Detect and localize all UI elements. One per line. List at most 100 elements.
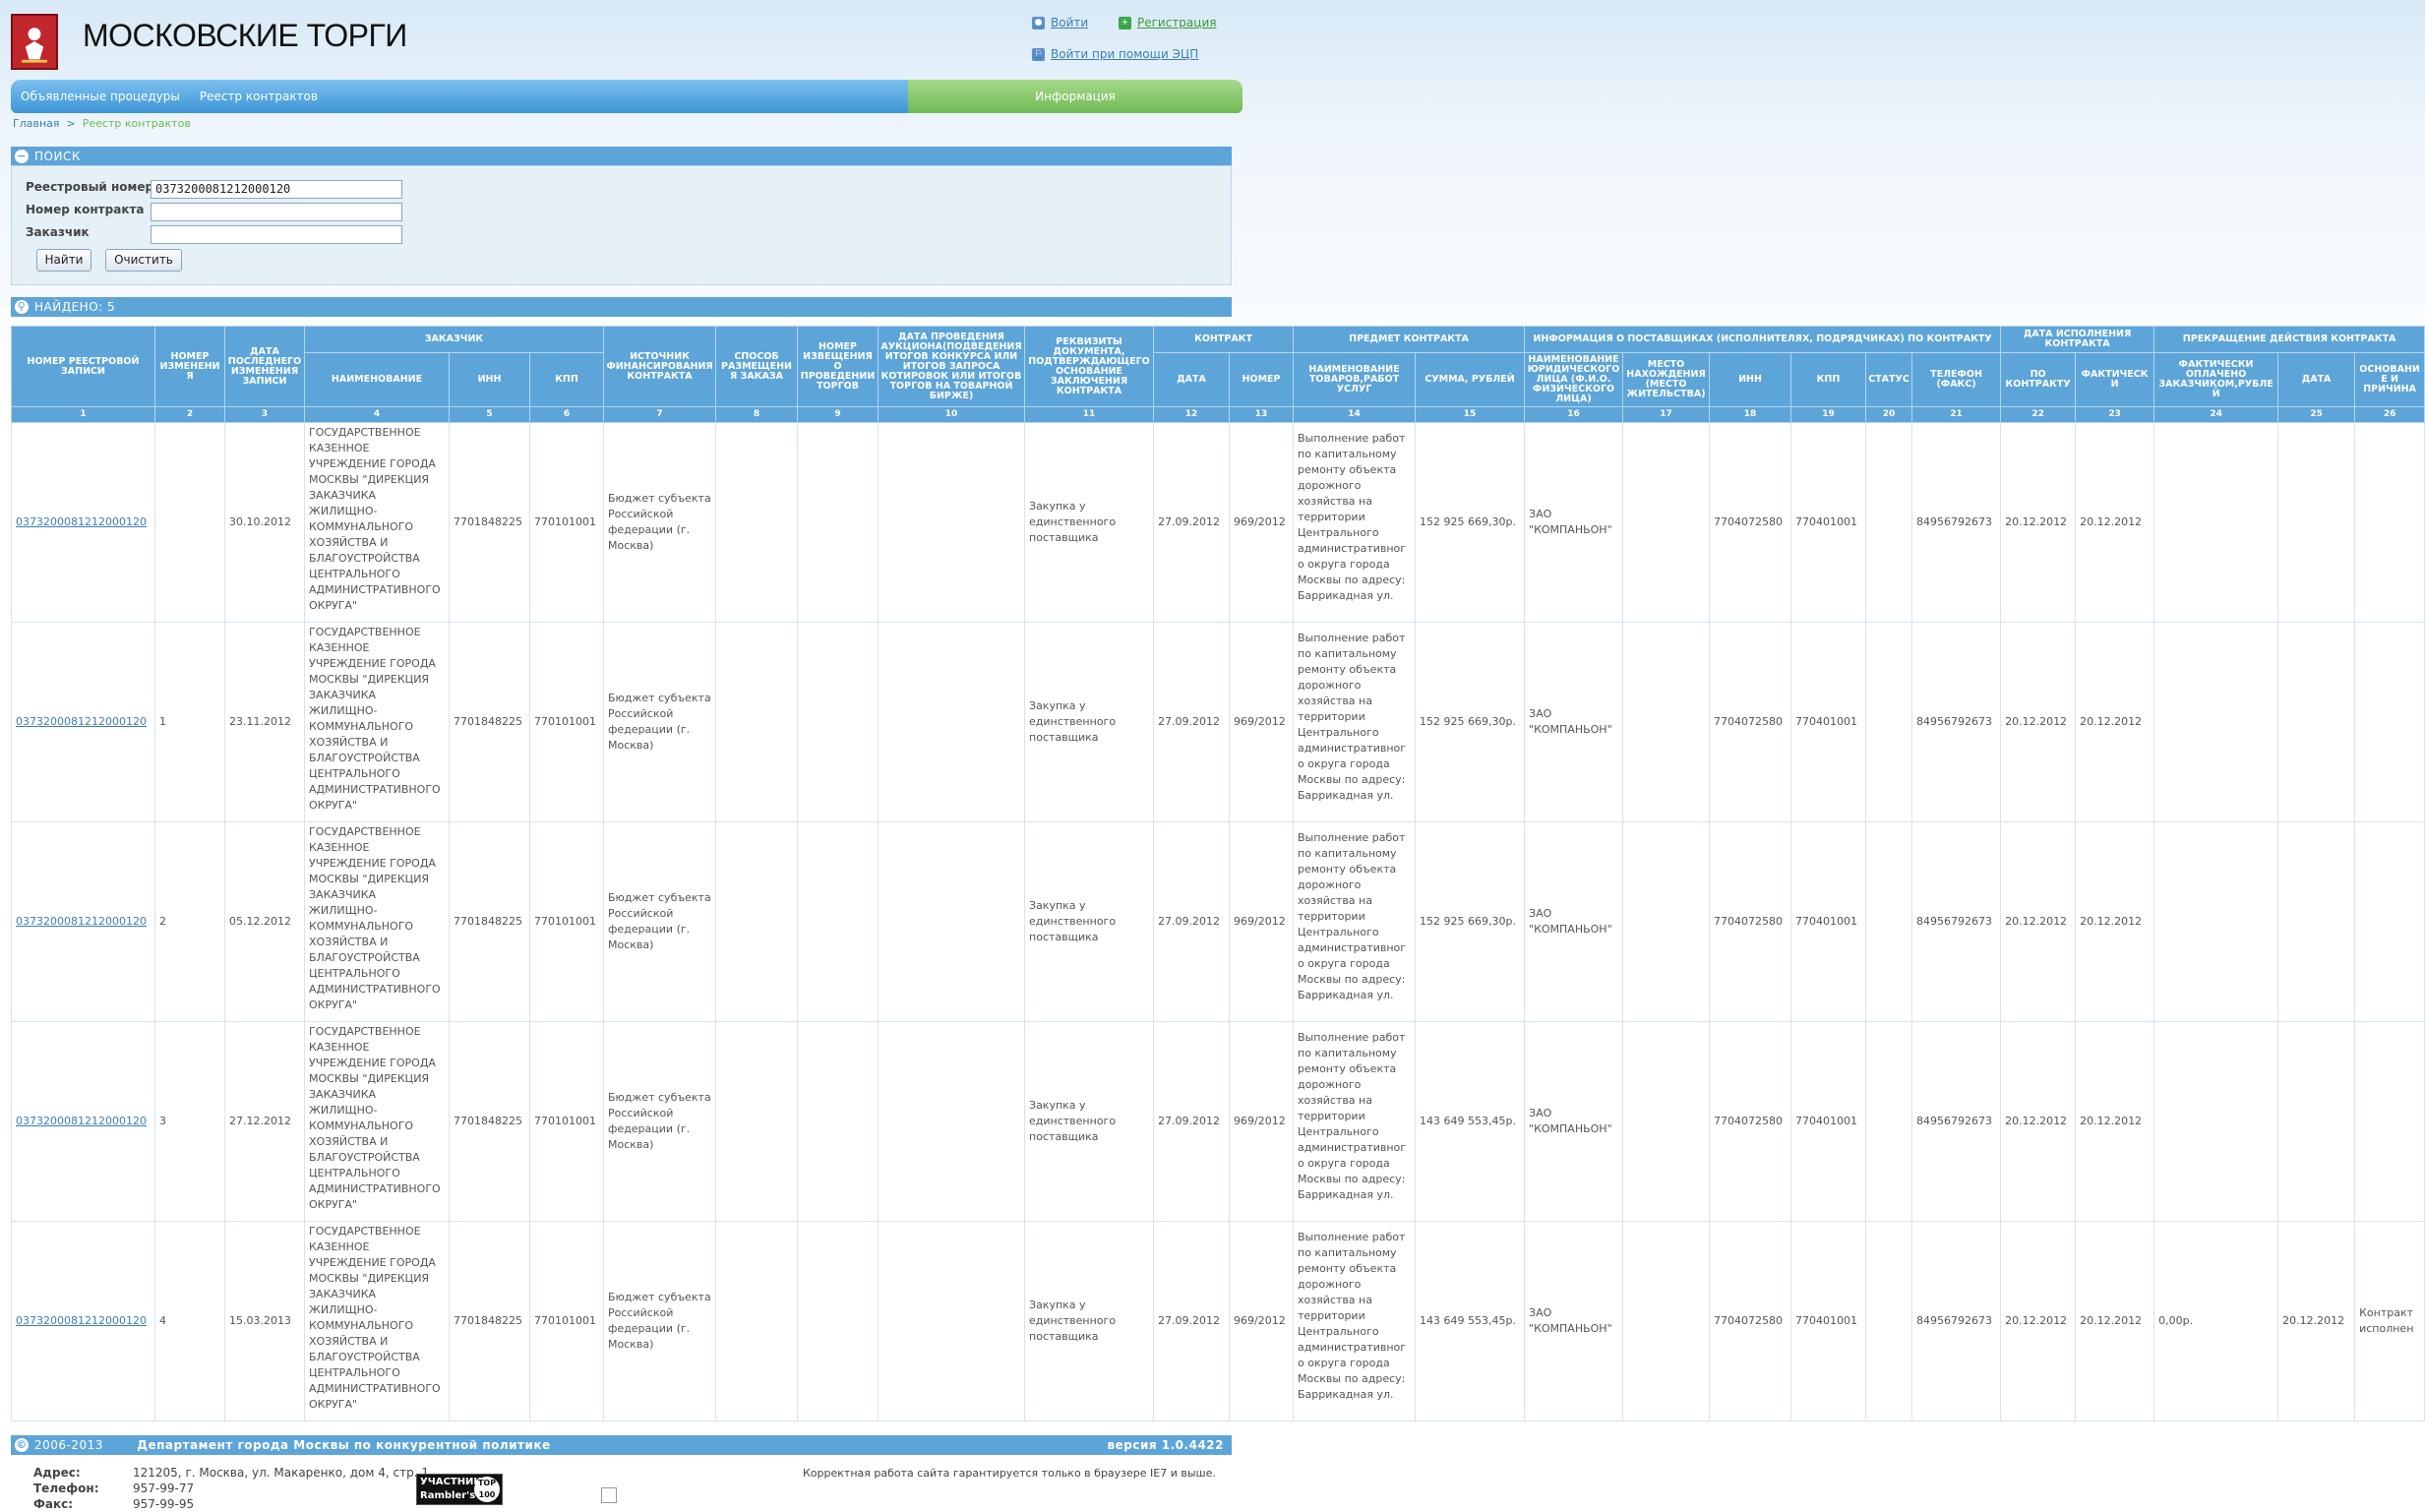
term-reason-cell [2354, 622, 2425, 822]
supplier-location-cell [1622, 1021, 1711, 1222]
reg-number-cell: 0373200081212000120 [11, 1221, 155, 1421]
reg-number-cell: 0373200081212000120 [11, 422, 155, 623]
results-section-header[interactable]: ⚲ НАЙДЕНО: 5 [11, 297, 1232, 317]
auction-date-cell [878, 821, 1026, 1022]
column-number: 22 [2000, 406, 2077, 423]
status-cell [1865, 821, 1913, 1022]
reg-number-link[interactable]: 0373200081212000120 [16, 1314, 147, 1327]
nav-item-info[interactable]: Информация [908, 80, 1243, 113]
header-change-number: НОМЕР ИЗМЕНЕНИЯ [154, 326, 225, 407]
supplier-location-cell [1622, 622, 1711, 822]
supplier-kpp-cell: 770401001 [1790, 622, 1867, 822]
contract-date-cell: 27.09.2012 [1153, 622, 1231, 822]
header-doc-details: РЕКВИЗИТЫ ДОКУМЕНТА, ПОДТВЕРЖДАЮЩЕГО ОСН… [1024, 326, 1155, 407]
phone-cell: 84956792673 [1911, 622, 2002, 822]
register-link[interactable]: + Регистрация [1119, 16, 1216, 30]
reg-number-link[interactable]: 0373200081212000120 [16, 515, 147, 528]
collapse-icon[interactable]: − [15, 150, 29, 163]
fax-value: 957-99-95 [133, 1497, 195, 1511]
contract-number-cell: 969/2012 [1229, 622, 1295, 822]
contract-number-input[interactable] [151, 203, 402, 221]
reg-number-link[interactable]: 0373200081212000120 [16, 1115, 147, 1127]
finance-source-cell: Бюджет субъекта Российской федерации (г.… [603, 1021, 717, 1222]
paid-actual-cell [2153, 1021, 2279, 1222]
header-notice-number: НОМЕР ИЗВЕЩЕНИЯ О ПРОВЕДЕНИИ ТОРГОВ [797, 326, 879, 407]
placement-method-cell [715, 821, 799, 1022]
header-cust-inn: ИНН [449, 352, 530, 407]
clear-button[interactable]: Очистить [105, 249, 182, 272]
results-count: НАЙДЕНО: 5 [34, 300, 116, 314]
moscow-coat-of-arms-logo[interactable] [11, 14, 58, 70]
header-group-exec-date: ДАТА ИСПОЛНЕНИЯ КОНТРАКТА [2000, 326, 2155, 353]
lock-icon: ● [1032, 16, 1045, 30]
header-finance-source: ИСТОЧНИК ФИНАНСИРОВАНИЯ КОНТРАКТА [603, 326, 717, 407]
login-link[interactable]: ● Войти [1032, 16, 1088, 30]
amount-cell: 152 925 669,30р. [1415, 821, 1526, 1022]
column-number: 2 [154, 406, 225, 423]
column-number-row: 1 2 3 4 5 6 7 8 9 10 11 12 13 14 15 16 17 18 19 20 21 22 23 24 2… [11, 406, 2425, 423]
broken-image-icon [601, 1487, 617, 1503]
customer-name-cell: ГОСУДАРСТВЕННОЕ КАЗЕННОЕ УЧРЕЖДЕНИЕ ГОРО… [304, 622, 450, 822]
term-reason-cell [2354, 1021, 2425, 1222]
column-number: 20 [1865, 406, 1913, 423]
copyright-icon: © [15, 1438, 29, 1452]
breadcrumb-home[interactable]: Главная [13, 117, 60, 130]
customer-kpp-cell: 770101001 [528, 622, 605, 822]
customer-name-cell: ГОСУДАРСТВЕННОЕ КАЗЕННОЕ УЧРЕЖДЕНИЕ ГОРО… [304, 1021, 450, 1222]
rambler-top100-badge[interactable]: УЧАСТНИК Rambler's TOP 100 [416, 1474, 503, 1505]
fax-label: Факс: [33, 1497, 74, 1511]
term-reason-cell [2354, 821, 2425, 1022]
search-icon: ⚲ [15, 300, 29, 314]
contract-number-label: Номер контракта [26, 203, 145, 216]
column-number: 1 [11, 406, 155, 423]
supplier-inn-cell: 7704072580 [1709, 1021, 1792, 1222]
footer-version: версия 1.0.4422 [1107, 1438, 1224, 1452]
notice-number-cell [797, 821, 879, 1022]
amount-cell: 143 649 553,45р. [1415, 1021, 1526, 1222]
customer-name-cell: ГОСУДАРСТВЕННОЕ КАЗЕННОЕ УЧРЕЖДЕНИЕ ГОРО… [304, 1221, 450, 1421]
header-amount: СУММА, РУБЛЕЙ [1415, 352, 1526, 407]
address-value: 121205, г. Москва, ул. Макаренко, дом 4,… [133, 1466, 429, 1480]
contract-number-cell: 969/2012 [1229, 1021, 1295, 1222]
reg-number-input[interactable]: 0373200081212000120 [151, 180, 402, 199]
header-contract-number: НОМЕР [1229, 352, 1295, 407]
goods-name-cell: Выполнение работ по капитальному ремонту… [1293, 622, 1417, 822]
site-title[interactable]: МОСКОВСКИЕ ТОРГИ [83, 18, 407, 54]
table-row: 0373200081212000120 4 15.03.2013 ГОСУДАРСТВ… [11, 1221, 2425, 1421]
nav-item-procedures[interactable]: Объявленные процедуры [11, 90, 190, 103]
column-number: 18 [1709, 406, 1792, 423]
column-number: 16 [1524, 406, 1624, 423]
customer-input[interactable] [151, 225, 402, 244]
nav-item-contract-registry[interactable]: Реестр контрактов [190, 90, 328, 103]
column-number: 9 [797, 406, 879, 423]
customer-inn-cell: 7701848225 [449, 821, 530, 1022]
header-supplier-inn: ИНН [1709, 352, 1792, 407]
search-section-header[interactable]: − ПОИСК [11, 147, 1232, 166]
header-goods-name: НАИМЕНОВАНИЕ ТОВАРОВ,РАБОТ УСЛУГ [1293, 352, 1417, 407]
find-button[interactable]: Найти [36, 249, 91, 272]
header-status: СТАТУС [1865, 352, 1913, 407]
column-number: 10 [878, 406, 1026, 423]
header-contract-date: ДАТА [1153, 352, 1231, 407]
column-number: 17 [1622, 406, 1711, 423]
breadcrumb: Главная > Реестр контрактов [13, 117, 191, 130]
change-number-cell: 3 [154, 1021, 225, 1222]
exec-by-contract-cell: 20.12.2012 [2000, 422, 2077, 623]
finance-source-cell: Бюджет субъекта Российской федерации (г.… [603, 1221, 717, 1421]
reg-number-link[interactable]: 0373200081212000120 [16, 915, 147, 928]
exec-actual-cell: 20.12.2012 [2075, 1021, 2155, 1222]
reg-number-link[interactable]: 0373200081212000120 [16, 715, 147, 728]
breadcrumb-separator: > [66, 117, 76, 130]
paid-actual-cell [2153, 821, 2279, 1022]
doc-details-cell: Закупка у единственного поставщика [1024, 1221, 1155, 1421]
auction-date-cell [878, 1221, 1026, 1421]
last-change-date-cell: 05.12.2012 [224, 821, 305, 1022]
auction-date-cell [878, 422, 1026, 623]
login-ecp-link[interactable]: ⚐ Войти при помощи ЭЦП [1032, 47, 1198, 61]
goods-name-cell: Выполнение работ по капитальному ремонту… [1293, 821, 1417, 1022]
browser-notice: Корректная работа сайта гарантируется то… [803, 1467, 1216, 1480]
column-number: 8 [715, 406, 799, 423]
phone-cell: 84956792673 [1911, 1021, 2002, 1222]
address-label: Адрес: [33, 1466, 81, 1480]
customer-name-cell: ГОСУДАРСТВЕННОЕ КАЗЕННОЕ УЧРЕЖДЕНИЕ ГОРО… [304, 422, 450, 623]
